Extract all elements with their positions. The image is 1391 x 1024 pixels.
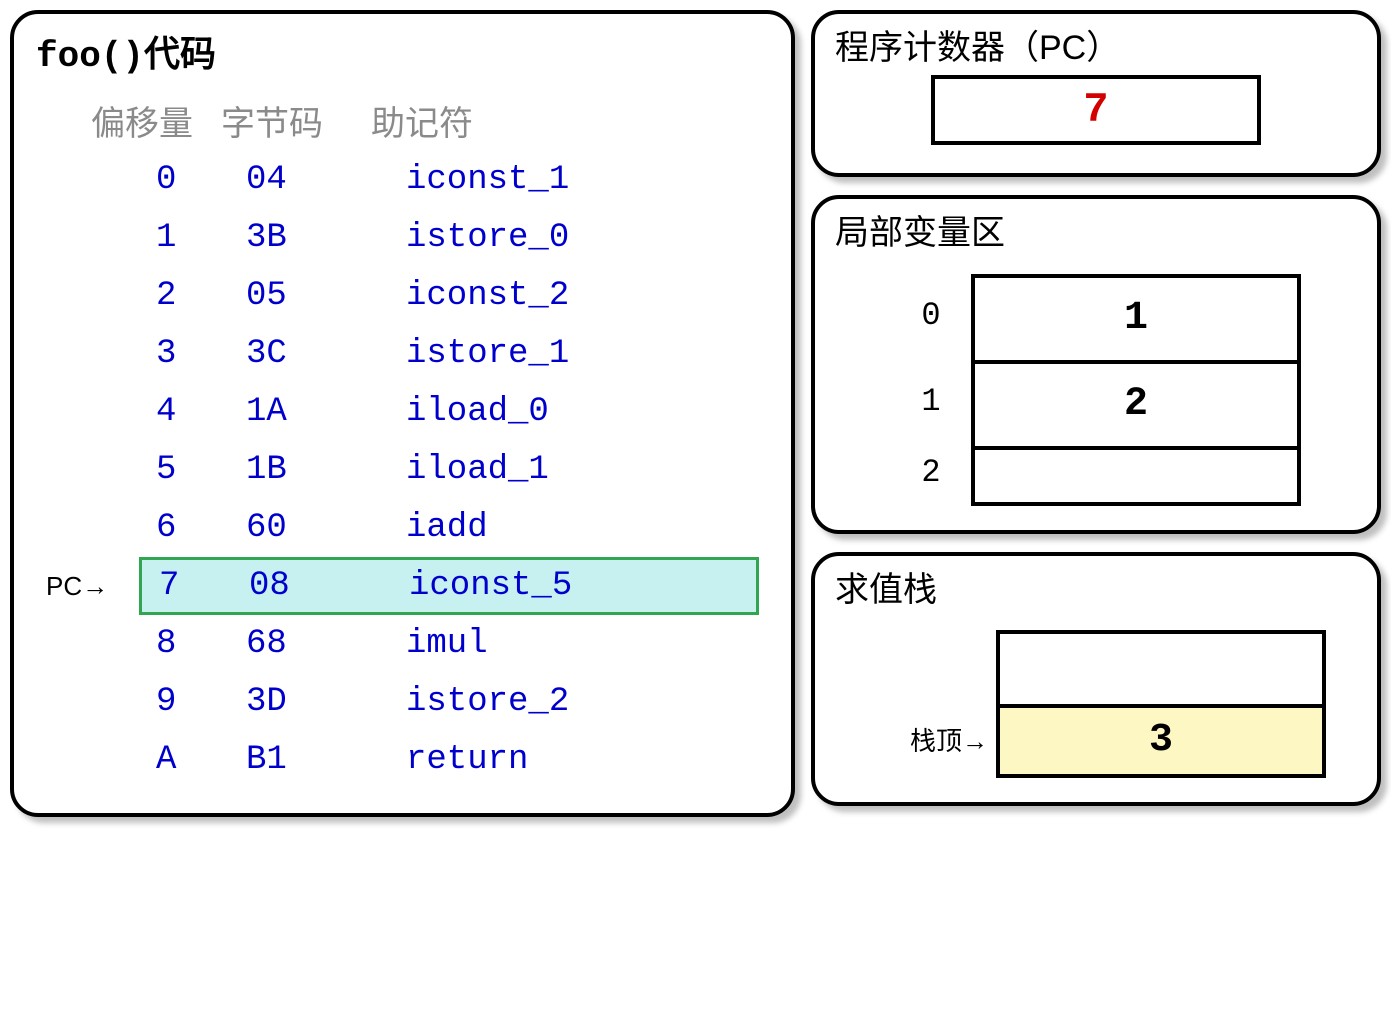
code-offset: 0 <box>156 160 246 201</box>
code-offset: 1 <box>156 218 246 259</box>
pc-panel: 程序计数器（PC） 7 <box>811 10 1381 177</box>
header-mnemonic: 助记符 <box>371 104 769 145</box>
code-mnemonic: istore_1 <box>406 334 769 375</box>
code-row: 868imul <box>142 615 769 673</box>
code-bytecode: 04 <box>246 160 406 201</box>
code-row: 205iconst_2 <box>142 267 769 325</box>
code-bytecode: 1A <box>246 392 406 433</box>
code-row: AB1return <box>142 731 769 789</box>
header-bytecode: 字节码 <box>221 104 371 145</box>
code-offset: 5 <box>156 450 246 491</box>
code-offset: 9 <box>156 682 246 723</box>
locals-panel: 局部变量区 01122 <box>811 195 1381 534</box>
code-bytecode: 68 <box>246 624 406 665</box>
local-index: 2 <box>891 446 971 506</box>
code-mnemonic: iconst_1 <box>406 160 769 201</box>
code-offset: 6 <box>156 508 246 549</box>
pc-pointer: PC→ <box>46 571 108 602</box>
code-mnemonic: iconst_5 <box>409 566 756 607</box>
code-offset: 2 <box>156 276 246 317</box>
code-bytecode: 08 <box>249 566 409 607</box>
code-row: 660iadd <box>142 499 769 557</box>
stack-cell <box>996 630 1326 704</box>
code-title-suffix: 代码 <box>144 33 216 74</box>
stack-row-label: 栈顶→ <box>866 704 996 778</box>
stack-cell: 3 <box>996 704 1326 778</box>
pc-panel-label: 程序计数器（PC） <box>835 28 1357 69</box>
code-row: 51Biload_1 <box>142 441 769 499</box>
local-value: 2 <box>971 360 1301 446</box>
local-value <box>971 446 1301 506</box>
code-mnemonic: iload_0 <box>406 392 769 433</box>
stack-panel-label: 求值栈 <box>835 570 1357 611</box>
code-offset: 7 <box>159 566 249 607</box>
pc-value: 7 <box>931 75 1261 145</box>
locals-panel-label: 局部变量区 <box>835 213 1357 254</box>
code-mnemonic: istore_0 <box>406 218 769 259</box>
code-mnemonic: return <box>406 740 769 781</box>
code-mnemonic: iconst_2 <box>406 276 769 317</box>
code-mnemonic: iadd <box>406 508 769 549</box>
local-index: 1 <box>891 360 971 446</box>
code-bytecode: 1B <box>246 450 406 491</box>
stack-row-label <box>866 630 996 704</box>
code-offset: 4 <box>156 392 246 433</box>
code-bytecode: 3D <box>246 682 406 723</box>
code-row: 41Aiload_0 <box>142 383 769 441</box>
code-panel: foo()代码 偏移量 字节码 助记符 004iconst_113Bistore… <box>10 10 795 817</box>
code-column-headers: 偏移量 字节码 助记符 <box>91 104 769 145</box>
code-row: 33Cistore_1 <box>142 325 769 383</box>
header-offset: 偏移量 <box>91 104 221 145</box>
code-panel-title: foo()代码 <box>36 32 769 78</box>
code-bytecode: 05 <box>246 276 406 317</box>
code-title-func: foo() <box>36 36 144 77</box>
code-row: 708iconst_5 <box>139 557 759 615</box>
code-row: 93Distore_2 <box>142 673 769 731</box>
code-bytecode: 60 <box>246 508 406 549</box>
stack-panel: 求值栈 栈顶→3 <box>811 552 1381 807</box>
code-row: 13Bistore_0 <box>142 209 769 267</box>
code-offset: 3 <box>156 334 246 375</box>
code-mnemonic: imul <box>406 624 769 665</box>
local-value: 1 <box>971 274 1301 360</box>
code-offset: 8 <box>156 624 246 665</box>
code-bytecode: 3C <box>246 334 406 375</box>
code-row: 004iconst_1 <box>142 151 769 209</box>
code-mnemonic: iload_1 <box>406 450 769 491</box>
local-index: 0 <box>891 274 971 360</box>
code-bytecode: B1 <box>246 740 406 781</box>
code-offset: A <box>156 740 246 781</box>
code-area: 004iconst_113Bistore_0205iconst_233Cisto… <box>46 151 769 789</box>
code-bytecode: 3B <box>246 218 406 259</box>
code-mnemonic: istore_2 <box>406 682 769 723</box>
